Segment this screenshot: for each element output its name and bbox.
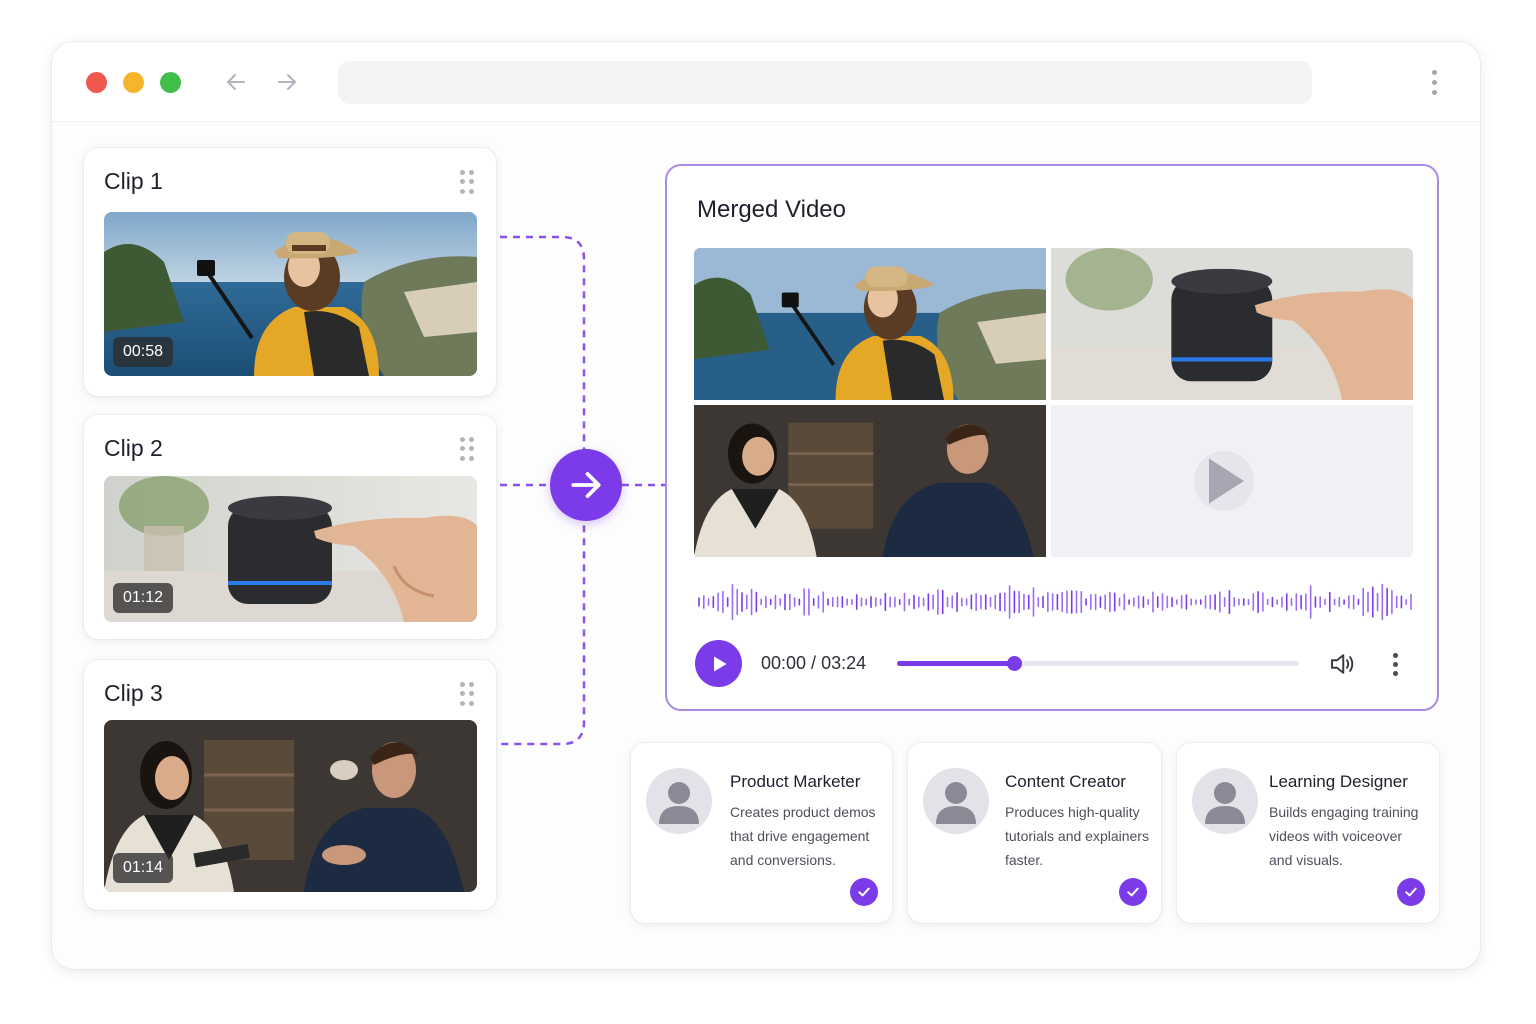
merged-video-panel: Merged Video 00:00 / 03:24: [665, 164, 1439, 711]
clip-title: Clip 2: [104, 435, 163, 461]
player-menu-button[interactable]: [1385, 649, 1405, 679]
play-icon: [1209, 458, 1244, 504]
drag-handle-icon[interactable]: [460, 170, 474, 194]
check-icon[interactable]: [1119, 878, 1147, 906]
merge-button[interactable]: [550, 449, 622, 521]
clip-title: Clip 3: [104, 680, 163, 706]
merged-video-title: Merged Video: [697, 196, 846, 223]
clip-card[interactable]: Clip 1 00:58: [84, 148, 496, 396]
clip-thumbnail[interactable]: 00:58: [104, 212, 477, 376]
drag-handle-icon[interactable]: [460, 682, 474, 706]
smart-speaker-thumbnail: [1051, 248, 1413, 400]
merged-tile[interactable]: [694, 248, 1046, 400]
progress-handle[interactable]: [1006, 656, 1022, 671]
clip-thumbnail[interactable]: 01:12: [104, 476, 477, 622]
empty-video-slot[interactable]: [1051, 405, 1413, 557]
merged-tile[interactable]: [694, 405, 1046, 557]
interview-thumbnail: [694, 405, 1046, 557]
avatar-icon: [923, 768, 989, 834]
progress-bar[interactable]: [897, 656, 1299, 671]
audio-waveform[interactable]: [697, 578, 1413, 626]
play-placeholder-button[interactable]: [1194, 451, 1254, 511]
merged-video-grid[interactable]: [694, 248, 1413, 558]
player-controls: 00:00 / 03:24: [695, 640, 1415, 688]
persona-description: Creates product demos that drive engagem…: [730, 804, 876, 868]
persona-card[interactable]: Learning Designer Builds engaging traini…: [1177, 743, 1439, 923]
persona-title: Learning Designer: [1269, 772, 1408, 791]
avatar-icon: [646, 768, 712, 834]
clip-card[interactable]: Clip 2 01:12: [84, 415, 496, 639]
merged-tile[interactable]: [1051, 248, 1413, 400]
total-time: 03:24: [821, 653, 867, 673]
persona-title: Product Marketer: [730, 772, 861, 791]
check-icon[interactable]: [1397, 878, 1425, 906]
playback-time: 00:00 / 03:24: [761, 653, 866, 674]
avatar-icon: [1192, 768, 1258, 834]
browser-menu-button[interactable]: [1422, 66, 1446, 98]
persona-title: Content Creator: [1005, 772, 1126, 791]
persona-card[interactable]: Product Marketer Creates product demos t…: [631, 743, 892, 923]
travel-vlogger-thumbnail: [694, 248, 1046, 400]
play-icon: [713, 656, 726, 671]
persona-card[interactable]: Content Creator Produces high-quality tu…: [908, 743, 1161, 923]
persona-description: Builds engaging training videos with voi…: [1269, 804, 1419, 868]
check-icon[interactable]: [850, 878, 878, 906]
play-button[interactable]: [695, 640, 742, 687]
current-time: 00:00: [761, 653, 807, 673]
duration-badge: 00:58: [113, 337, 174, 367]
time-separator: /: [806, 653, 822, 673]
clip-thumbnail[interactable]: 01:14: [104, 720, 477, 892]
clip-card[interactable]: Clip 3 01:14: [84, 660, 496, 910]
arrow-right-icon: [571, 472, 601, 498]
duration-badge: 01:12: [113, 583, 174, 613]
browser-window: Clip 1 00:58 Clip 2 01:12 Clip 3 01:14 M…: [52, 42, 1480, 969]
drag-handle-icon[interactable]: [460, 437, 474, 461]
progress-fill: [897, 661, 1014, 666]
volume-icon[interactable]: [1327, 649, 1357, 679]
persona-description: Produces high-quality tutorials and expl…: [1005, 804, 1149, 868]
duration-badge: 01:14: [113, 853, 174, 883]
clip-title: Clip 1: [104, 168, 163, 194]
